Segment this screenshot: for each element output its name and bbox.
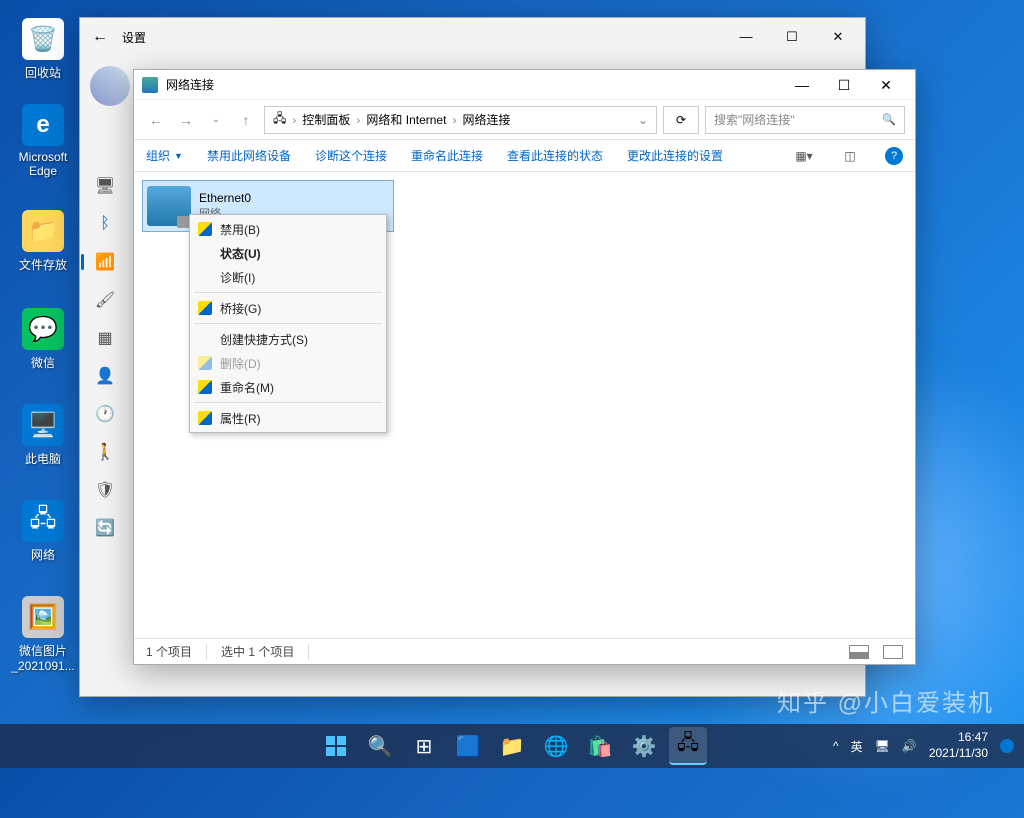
nav-up-icon[interactable]: ↑ [234, 112, 258, 128]
back-icon[interactable]: ← [92, 28, 108, 46]
ctx-properties[interactable]: 属性(R) [192, 406, 384, 430]
desktop-icon-recycle[interactable]: 🗑️回收站 [8, 18, 78, 81]
notification-icon[interactable] [1000, 739, 1014, 753]
breadcrumb-item[interactable]: 网络连接 [462, 111, 510, 128]
maximize-button[interactable]: ☐ [823, 71, 865, 99]
breadcrumb-item[interactable]: 网络和 Internet [366, 111, 446, 128]
taskbar: 🔍 ⊞ 🟦 📁 🌐 🛍️ ⚙️ 🖧 ^ 英 🖥 🔊 16:47 2021/11/… [0, 724, 1024, 768]
view-icons-button[interactable]: ▦▾ [793, 147, 815, 165]
settings-title: 设置 [122, 29, 717, 46]
desktop-icon-folder[interactable]: 📁文件存放 [8, 210, 78, 273]
sidebar-system-icon[interactable]: 🖥 [95, 176, 115, 196]
volume-tray-icon[interactable]: 🔊 [902, 739, 917, 753]
ctx-shortcut[interactable]: 创建快捷方式(S) [192, 327, 384, 351]
shield-icon [198, 411, 212, 425]
sidebar-network-icon[interactable]: 📶 [95, 252, 115, 272]
adapter-name: Ethernet0 [199, 191, 251, 205]
ctx-status[interactable]: 状态(U) [192, 241, 384, 265]
network-taskbar-button[interactable]: 🖧 [669, 727, 707, 765]
explorer-button[interactable]: 📁 [493, 727, 531, 765]
ctx-rename[interactable]: 重命名(M) [192, 375, 384, 399]
command-bar: 组织 ▼ 禁用此网络设备 诊断这个连接 重命名此连接 查看此连接的状态 更改此连… [134, 140, 915, 172]
edge-button[interactable]: 🌐 [537, 727, 575, 765]
shield-icon [198, 356, 212, 370]
sidebar-accessibility-icon[interactable]: 🚶 [95, 442, 115, 462]
desktop-icon-image[interactable]: 🖼️微信图片_2021091... [8, 596, 78, 673]
desktop-icon-pc[interactable]: 🖥️此电脑 [8, 404, 78, 467]
shield-icon [198, 222, 212, 236]
separator [194, 292, 382, 293]
context-menu: 禁用(B) 状态(U) 诊断(I) 桥接(G) 创建快捷方式(S) 删除(D) … [189, 214, 387, 433]
cmd-status[interactable]: 查看此连接的状态 [507, 147, 603, 164]
breadcrumb-item[interactable]: 控制面板 [302, 111, 350, 128]
avatar[interactable] [90, 66, 130, 106]
organize-menu[interactable]: 组织 ▼ [146, 147, 183, 164]
search-input[interactable]: 搜索"网络连接" [705, 106, 905, 134]
view-details-icon[interactable] [849, 645, 869, 659]
adapter-icon [147, 186, 191, 226]
nav-back-icon[interactable]: ← [144, 112, 168, 128]
widgets-button[interactable]: 🟦 [449, 727, 487, 765]
ime-indicator[interactable]: 英 [851, 738, 863, 755]
network-tray-icon[interactable]: 🖥 [875, 739, 890, 753]
minimize-button[interactable]: — [731, 29, 761, 45]
desktop-icon-edge[interactable]: eMicrosoft Edge [8, 104, 78, 178]
cmd-rename[interactable]: 重命名此连接 [411, 147, 483, 164]
taskview-button[interactable]: ⊞ [405, 727, 443, 765]
settings-sidebar: 🖥 ᛒ 📶 🖌 ▦ 👤 🕐 🚶 🛡 🔄 [80, 116, 130, 538]
sidebar-update-icon[interactable]: 🔄 [95, 518, 115, 538]
window-icon [142, 77, 158, 93]
sidebar-accounts-icon[interactable]: 👤 [95, 366, 115, 386]
sidebar-bluetooth-icon[interactable]: ᛒ [95, 214, 115, 234]
sidebar-apps-icon[interactable]: ▦ [95, 328, 115, 348]
shield-icon [198, 301, 212, 315]
cmd-diagnose[interactable]: 诊断这个连接 [315, 147, 387, 164]
address-bar[interactable]: 🖧› 控制面板› 网络和 Internet› 网络连接 ⌄ [264, 106, 657, 134]
sidebar-privacy-icon[interactable]: 🛡 [95, 480, 115, 500]
sidebar-time-icon[interactable]: 🕐 [95, 404, 115, 424]
cmd-disable[interactable]: 禁用此网络设备 [207, 147, 291, 164]
start-button[interactable] [317, 727, 355, 765]
separator [194, 323, 382, 324]
tray-expand-icon[interactable]: ^ [833, 739, 839, 753]
shield-icon [198, 380, 212, 394]
desktop-icon-network[interactable]: 🖧网络 [8, 500, 78, 563]
settings-taskbar-button[interactable]: ⚙️ [625, 727, 663, 765]
help-button[interactable]: ? [885, 147, 903, 165]
network-connections-window: 网络连接 — ☐ ✕ ← → ⌄ ↑ 🖧› 控制面板› 网络和 Internet… [133, 69, 916, 665]
view-large-icon[interactable] [883, 645, 903, 659]
search-button[interactable]: 🔍 [361, 727, 399, 765]
clock[interactable]: 16:47 2021/11/30 [929, 730, 988, 761]
minimize-button[interactable]: — [781, 71, 823, 99]
refresh-button[interactable]: ⟳ [663, 106, 699, 134]
view-preview-button[interactable]: ◫ [839, 147, 861, 165]
nav-forward-icon[interactable]: → [174, 112, 198, 128]
maximize-button[interactable]: ☐ [777, 29, 807, 45]
cmd-change[interactable]: 更改此连接的设置 [627, 147, 723, 164]
nav-recent-icon[interactable]: ⌄ [204, 114, 228, 125]
window-title: 网络连接 [166, 76, 773, 93]
separator [194, 402, 382, 403]
ctx-bridge[interactable]: 桥接(G) [192, 296, 384, 320]
status-bar: 1 个项目 选中 1 个项目 [134, 638, 915, 664]
ctx-disable[interactable]: 禁用(B) [192, 217, 384, 241]
store-button[interactable]: 🛍️ [581, 727, 619, 765]
item-count: 1 个项目 [146, 643, 192, 660]
close-button[interactable]: ✕ [823, 29, 853, 45]
sidebar-personalize-icon[interactable]: 🖌 [95, 290, 115, 310]
watermark: 知乎 @小白爱装机 [777, 683, 994, 718]
ctx-diagnose[interactable]: 诊断(I) [192, 265, 384, 289]
close-button[interactable]: ✕ [865, 71, 907, 99]
address-icon: 🖧 [273, 109, 286, 130]
ctx-delete: 删除(D) [192, 351, 384, 375]
desktop-icon-wechat[interactable]: 💬微信 [8, 308, 78, 371]
selected-count: 选中 1 个项目 [221, 643, 294, 660]
